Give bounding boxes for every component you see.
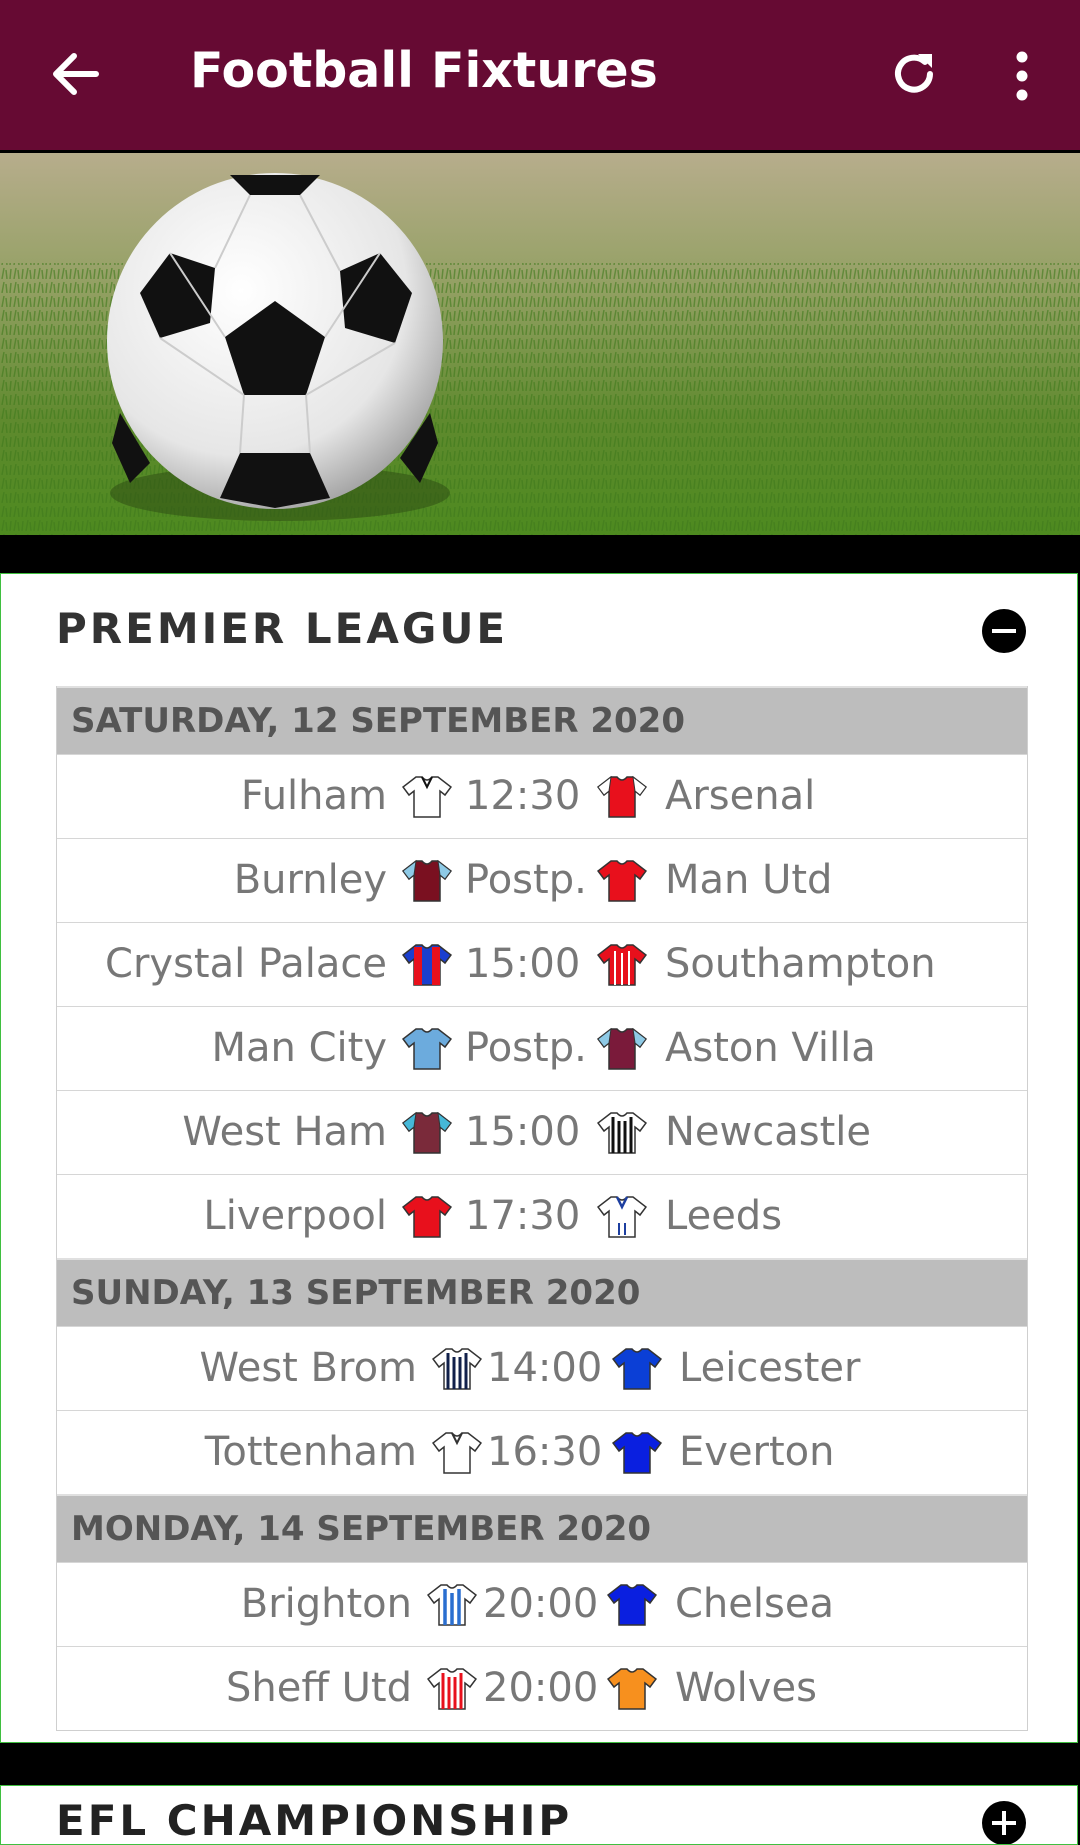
aston-villa-kit-icon <box>597 1027 647 1070</box>
home-team: Burnley <box>233 857 387 903</box>
everton-kit-icon <box>612 1432 662 1474</box>
more-vertical-icon[interactable] <box>986 38 1058 110</box>
match-row[interactable]: Fulham 12:30 Arsenal <box>57 754 1027 838</box>
date-header: MONDAY, 14 SEPTEMBER 2020 <box>57 1494 1027 1562</box>
home-team: Tottenham <box>204 1429 417 1475</box>
away-team: Everton <box>679 1429 835 1475</box>
kickoff-time: 15:00 <box>465 1109 581 1155</box>
arsenal-kit-icon <box>597 775 647 818</box>
league-card-premier-league: PREMIER LEAGUE SATURDAY, 12 SEPTEMBER 20… <box>0 573 1078 1743</box>
newcastle-kit-icon <box>597 1112 647 1154</box>
away-team: Leeds <box>665 1193 783 1239</box>
brighton-kit-icon <box>427 1584 477 1626</box>
man-city-kit-icon <box>402 1028 452 1070</box>
league-title[interactable]: EFL CHAMPIONSHIP <box>56 1796 572 1844</box>
away-team: Southampton <box>665 941 936 987</box>
home-team: Liverpool <box>203 1193 387 1239</box>
southampton-kit-icon <box>597 944 647 986</box>
away-team: Wolves <box>675 1665 817 1711</box>
fixtures-table: SATURDAY, 12 SEPTEMBER 2020 Fulham 12:30… <box>56 686 1028 1731</box>
away-team: Arsenal <box>665 773 816 819</box>
home-team: Sheff Utd <box>226 1665 412 1711</box>
away-team: Newcastle <box>665 1109 871 1155</box>
league-title[interactable]: PREMIER LEAGUE <box>56 604 508 653</box>
west-ham-kit-icon <box>402 1111 452 1154</box>
kickoff-time: 15:00 <box>465 941 581 987</box>
away-team: Aston Villa <box>665 1025 876 1071</box>
kickoff-time: 17:30 <box>465 1193 581 1239</box>
crystal-palace-kit-icon <box>402 944 452 986</box>
app-bar: Football Fixtures <box>0 0 1080 150</box>
date-header: SUNDAY, 13 SEPTEMBER 2020 <box>57 1258 1027 1326</box>
kickoff-time: 14:00 <box>487 1345 603 1391</box>
home-team: Crystal Palace <box>105 941 387 987</box>
wolves-kit-icon <box>607 1668 657 1710</box>
kickoff-time: 12:30 <box>465 773 581 819</box>
match-row[interactable]: Burnley Postp. Man Utd <box>57 838 1027 922</box>
match-row[interactable]: Man City Postp. Aston Villa <box>57 1006 1027 1090</box>
home-team: Fulham <box>240 773 387 819</box>
kickoff-time: Postp. <box>465 857 587 903</box>
hero-football-image <box>0 153 1080 535</box>
match-row[interactable]: West Brom 14:00 Leicester <box>57 1326 1027 1410</box>
kickoff-time: 16:30 <box>487 1429 603 1475</box>
sheff-utd-kit-icon <box>427 1668 477 1710</box>
page-title: Football Fixtures <box>190 42 658 99</box>
away-team: Leicester <box>679 1345 861 1391</box>
home-team: Man City <box>211 1025 388 1071</box>
match-row[interactable]: West Ham 15:00 Newcastle <box>57 1090 1027 1174</box>
burnley-kit-icon <box>402 859 452 902</box>
refresh-icon[interactable] <box>878 38 950 110</box>
leeds-kit-icon <box>597 1196 647 1238</box>
home-team: West Ham <box>182 1109 387 1155</box>
man-utd-kit-icon <box>597 860 647 902</box>
away-team: Chelsea <box>675 1581 834 1627</box>
fulham-kit-icon <box>402 776 452 818</box>
kickoff-time: Postp. <box>465 1025 587 1071</box>
away-team: Man Utd <box>665 857 833 903</box>
kickoff-time: 20:00 <box>483 1581 599 1627</box>
league-card-efl-championship: EFL CHAMPIONSHIP <box>0 1785 1078 1845</box>
match-row[interactable]: Tottenham 16:30 Everton <box>57 1410 1027 1494</box>
liverpool-kit-icon <box>402 1196 452 1238</box>
home-team: West Brom <box>199 1345 418 1391</box>
minus-circle-icon[interactable] <box>981 608 1027 654</box>
match-row[interactable]: Crystal Palace 15:00 Southampton <box>57 922 1027 1006</box>
match-row[interactable]: Liverpool 17:30 Leeds <box>57 1174 1027 1258</box>
home-team: Brighton <box>240 1581 412 1627</box>
date-header: SATURDAY, 12 SEPTEMBER 2020 <box>57 686 1027 754</box>
match-row[interactable]: Sheff Utd 20:00 Wolves <box>57 1646 1027 1730</box>
plus-circle-icon[interactable] <box>981 1800 1027 1845</box>
leicester-kit-icon <box>612 1348 662 1390</box>
chelsea-kit-icon <box>607 1584 657 1626</box>
kickoff-time: 20:00 <box>483 1665 599 1711</box>
match-row[interactable]: Brighton 20:00 Chelsea <box>57 1562 1027 1646</box>
tottenham-kit-icon <box>432 1432 482 1474</box>
arrow-left-icon[interactable] <box>40 38 112 110</box>
west-brom-kit-icon <box>432 1348 482 1390</box>
